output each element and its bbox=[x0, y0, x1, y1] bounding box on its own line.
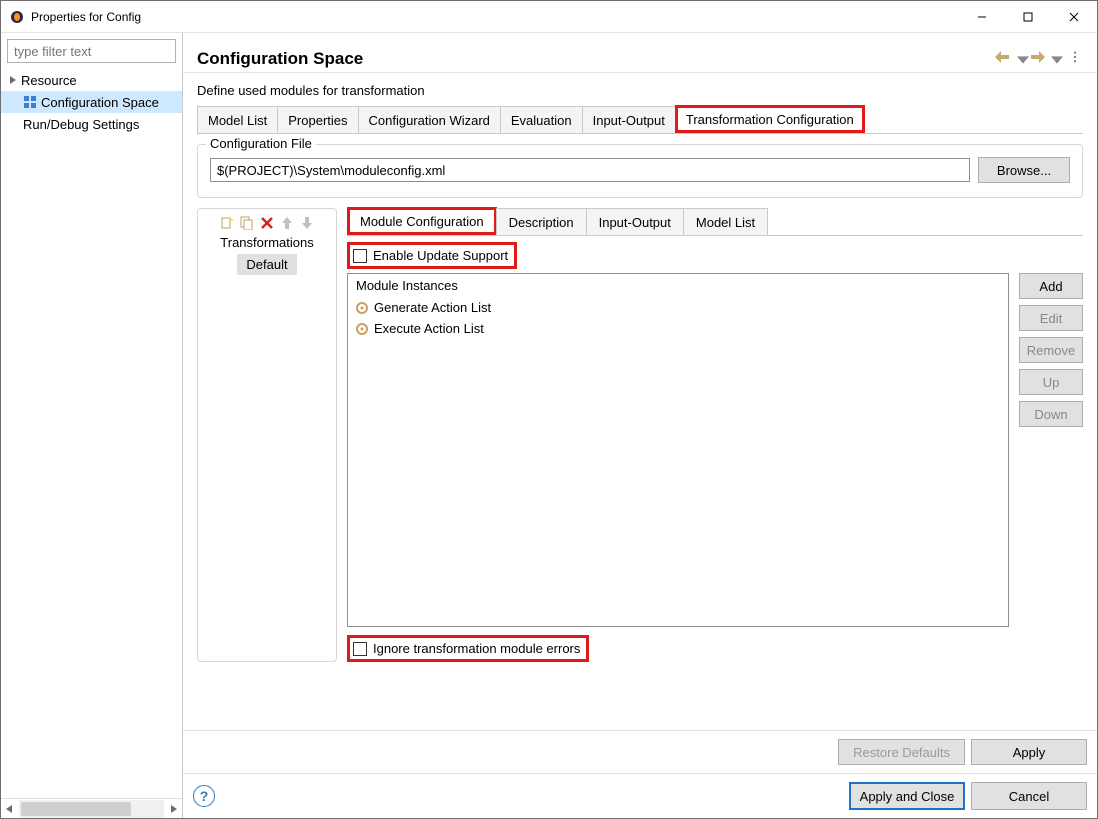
config-file-input[interactable] bbox=[210, 158, 970, 182]
module-instances-title: Module Instances bbox=[348, 274, 1008, 297]
sidebar: Resource Configuration Space Run/Debug S… bbox=[1, 33, 183, 818]
config-file-group: Configuration File Browse... bbox=[197, 144, 1083, 198]
module-instance-label: Generate Action List bbox=[374, 300, 491, 315]
config-file-legend: Configuration File bbox=[206, 136, 316, 151]
eclipse-icon bbox=[9, 9, 25, 25]
titlebar: Properties for Config bbox=[1, 1, 1097, 33]
transformations-label: Transformations bbox=[204, 235, 330, 250]
restore-defaults-button[interactable]: Restore Defaults bbox=[838, 739, 965, 765]
forward-icon[interactable] bbox=[1029, 51, 1045, 66]
back-dropdown-icon[interactable] bbox=[1015, 54, 1025, 64]
subtab-model-list[interactable]: Model List bbox=[683, 208, 768, 235]
window-title: Properties for Config bbox=[31, 10, 141, 24]
gear-icon bbox=[356, 323, 368, 335]
transformations-pane: Transformations Default bbox=[197, 208, 337, 662]
delete-icon[interactable] bbox=[259, 215, 275, 231]
enable-update-support-row[interactable]: Enable Update Support bbox=[347, 242, 517, 269]
subtab-description[interactable]: Description bbox=[496, 208, 587, 235]
browse-button[interactable]: Browse... bbox=[978, 157, 1070, 183]
forward-dropdown-icon[interactable] bbox=[1049, 54, 1059, 64]
scroll-thumb[interactable] bbox=[21, 802, 131, 816]
scroll-right-button[interactable] bbox=[164, 800, 182, 818]
tree-label: Resource bbox=[21, 73, 77, 88]
list-item[interactable]: Generate Action List bbox=[348, 297, 1008, 318]
cancel-button[interactable]: Cancel bbox=[971, 782, 1087, 810]
page-subtitle: Define used modules for transformation bbox=[197, 83, 1083, 98]
tree-item-resource[interactable]: Resource bbox=[1, 69, 182, 91]
new-icon[interactable] bbox=[219, 215, 235, 231]
main: Configuration Space Define used modules … bbox=[183, 33, 1097, 818]
menu-icon[interactable] bbox=[1067, 51, 1083, 66]
up-button[interactable]: Up bbox=[1019, 369, 1083, 395]
apply-button[interactable]: Apply bbox=[971, 739, 1087, 765]
scroll-track[interactable] bbox=[19, 800, 164, 818]
page-title: Configuration Space bbox=[197, 49, 995, 69]
ignore-errors-label: Ignore transformation module errors bbox=[373, 641, 580, 656]
main-tabs: Model List Properties Configuration Wiza… bbox=[197, 106, 1083, 134]
list-item[interactable]: Execute Action List bbox=[348, 318, 1008, 339]
help-icon[interactable]: ? bbox=[193, 785, 215, 807]
preferences-tree: Resource Configuration Space Run/Debug S… bbox=[1, 67, 182, 798]
edit-button[interactable]: Edit bbox=[1019, 305, 1083, 331]
tree-label: Run/Debug Settings bbox=[23, 117, 139, 132]
minimize-button[interactable] bbox=[959, 1, 1005, 32]
instance-buttons: Add Edit Remove Up Down bbox=[1019, 273, 1083, 627]
scroll-left-button[interactable] bbox=[1, 800, 19, 818]
back-icon[interactable] bbox=[995, 51, 1011, 66]
transformation-detail-pane: Module Configuration Description Input-O… bbox=[347, 208, 1083, 662]
sub-tabs: Module Configuration Description Input-O… bbox=[347, 208, 1083, 236]
module-instances-list[interactable]: Module Instances Generate Action List Ex… bbox=[347, 273, 1009, 627]
module-instance-label: Execute Action List bbox=[374, 321, 484, 336]
ignore-errors-row[interactable]: Ignore transformation module errors bbox=[347, 635, 589, 662]
default-transformation[interactable]: Default bbox=[237, 254, 297, 275]
grid-icon bbox=[23, 95, 37, 109]
enable-update-support-checkbox[interactable] bbox=[353, 249, 367, 263]
apply-and-close-button[interactable]: Apply and Close bbox=[849, 782, 965, 810]
tree-item-run-debug[interactable]: Run/Debug Settings bbox=[1, 113, 182, 135]
tree-label: Configuration Space bbox=[41, 95, 159, 110]
gear-icon bbox=[356, 302, 368, 314]
tab-transformation-configuration[interactable]: Transformation Configuration bbox=[675, 105, 865, 133]
subtab-module-configuration[interactable]: Module Configuration bbox=[347, 207, 497, 235]
page-header: Configuration Space bbox=[183, 33, 1097, 73]
maximize-button[interactable] bbox=[1005, 1, 1051, 32]
tab-input-output[interactable]: Input-Output bbox=[582, 106, 676, 133]
down-button[interactable]: Down bbox=[1019, 401, 1083, 427]
close-button[interactable] bbox=[1051, 1, 1097, 32]
enable-update-support-label: Enable Update Support bbox=[373, 248, 508, 263]
sidebar-scrollbar bbox=[1, 798, 182, 818]
expand-icon[interactable] bbox=[7, 74, 19, 86]
filter-input[interactable] bbox=[7, 39, 176, 63]
ignore-errors-checkbox[interactable] bbox=[353, 642, 367, 656]
tab-model-list[interactable]: Model List bbox=[197, 106, 278, 133]
remove-button[interactable]: Remove bbox=[1019, 337, 1083, 363]
tab-config-wizard[interactable]: Configuration Wizard bbox=[358, 106, 501, 133]
tab-properties[interactable]: Properties bbox=[277, 106, 358, 133]
add-button[interactable]: Add bbox=[1019, 273, 1083, 299]
window-frame: Properties for Config Resource Configura… bbox=[0, 0, 1098, 819]
copy-icon[interactable] bbox=[239, 215, 255, 231]
down-icon[interactable] bbox=[299, 215, 315, 231]
up-icon[interactable] bbox=[279, 215, 295, 231]
tab-evaluation[interactable]: Evaluation bbox=[500, 106, 583, 133]
tree-item-configuration-space[interactable]: Configuration Space bbox=[1, 91, 182, 113]
subtab-input-output[interactable]: Input-Output bbox=[586, 208, 684, 235]
